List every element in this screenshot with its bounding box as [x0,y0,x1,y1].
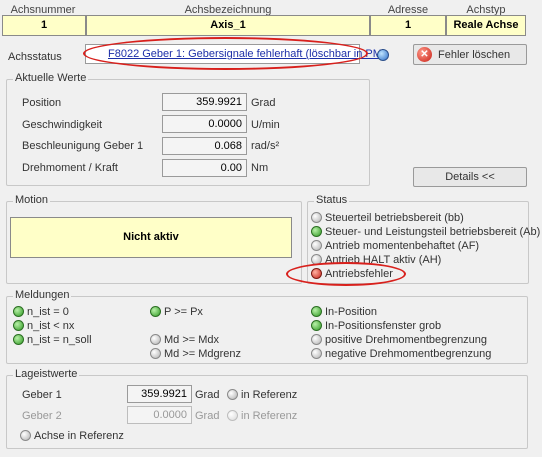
drehmoment-label: Drehmoment / Kraft [22,162,118,174]
meldung-label-p-px: P >= Px [164,306,203,318]
meldung-led-nist-nx [13,320,24,331]
details-button[interactable]: Details << [413,167,527,187]
achsnummer-value: 1 [2,15,86,36]
meldung-label-md-mdgrenz: Md >= Mdgrenz [164,348,242,360]
status-led-ab [311,226,322,237]
beschleunigung-value: 0.068 [162,137,247,155]
achsstatus-label: Achsstatus [8,51,62,63]
geber2-unit: Grad [195,410,220,422]
meldung-label-neg-drehmoment: negative Drehmomentbegrenzung [325,348,492,360]
status-led-af [311,240,322,251]
meldung-led-nist0 [13,306,24,317]
achse-ref-led [20,430,31,441]
meldung-label-pos-drehmoment: positive Drehmomentbegrenzung [325,334,488,346]
achstyp-value: Reale Achse [446,15,526,36]
status-label-antriebsfehler: Antriebsfehler [325,268,393,280]
fehler-loeschen-button[interactable]: ✕ Fehler löschen [413,44,527,65]
geber1-ref-label: in Referenz [241,389,298,401]
geber2-ref-led [227,410,238,421]
meldung-led-md-mdgrenz [150,348,161,359]
geber1-ref-led [227,389,238,400]
geber2-value: 0.0000 [127,406,192,424]
drehmoment-unit: Nm [251,162,269,174]
meldung-led-neg-drehmoment [311,348,322,359]
beschleunigung-label: Beschleunigung Geber 1 [22,140,144,152]
meldungen-title: Meldungen [13,289,72,301]
motion-status-box: Nicht aktiv [10,217,292,258]
drehmoment-value: 0.00 [162,159,247,177]
globe-icon[interactable] [377,49,389,61]
meldung-label-in-position: In-Position [325,306,377,318]
geschwindigkeit-value: 0.0000 [162,115,247,133]
meldung-led-in-positionsfenster [311,320,322,331]
geschwindigkeit-label: Geschwindigkeit [22,119,103,131]
geber2-label: Geber 2 [22,410,62,422]
status-label-bb: Steuerteil betriebsbereit (bb) [325,212,464,224]
geber1-unit: Grad [195,389,220,401]
meldung-label-in-positionsfenster: In-Positionsfenster grob [325,320,442,332]
meldung-led-md-mdx [150,334,161,345]
geber2-ref-label: in Referenz [241,410,298,422]
meldung-label-md-mdx: Md >= Mdx [164,334,220,346]
position-unit: Grad [251,97,276,109]
status-label-af: Antrieb momentenbehaftet (AF) [325,240,480,252]
adresse-value: 1 [370,15,446,36]
position-label: Position [22,97,62,109]
lageistwerte-title: Lageistwerte [13,368,80,380]
geber1-label: Geber 1 [22,389,62,401]
achsstatus-message[interactable]: F8022 Geber 1: Gebersignale fehlerhaft (… [108,48,386,60]
achsbezeichnung-value: Axis_1 [86,15,370,36]
geber1-value: 359.9921 [127,385,192,403]
meldung-led-nist-nsoll [13,334,24,345]
status-label-ah: Antrieb HALT aktiv (AH) [325,254,442,266]
geschwindigkeit-unit: U/min [251,119,280,131]
error-clear-icon: ✕ [417,47,432,62]
position-value: 359.9921 [162,93,247,111]
fehler-loeschen-label: Fehler löschen [438,49,511,61]
aktuelle-werte-title: Aktuelle Werte [13,72,89,84]
meldung-label-nist-nx: n_ist < nx [27,320,75,332]
status-led-antriebsfehler [311,268,322,279]
beschleunigung-unit: rad/s² [251,140,280,152]
achse-ref-label: Achse in Referenz [34,430,124,442]
status-label-ab: Steuer- und Leistungsteil betriebsbereit… [325,226,541,238]
meldung-led-in-position [311,306,322,317]
meldung-label-nist0: n_ist = 0 [27,306,69,318]
status-led-ah [311,254,322,265]
meldung-led-p-px [150,306,161,317]
status-led-bb [311,212,322,223]
motion-title: Motion [13,194,51,206]
meldung-label-nist-nsoll: n_ist = n_soll [27,334,92,346]
status-title: Status [314,194,350,206]
meldung-led-pos-drehmoment [311,334,322,345]
